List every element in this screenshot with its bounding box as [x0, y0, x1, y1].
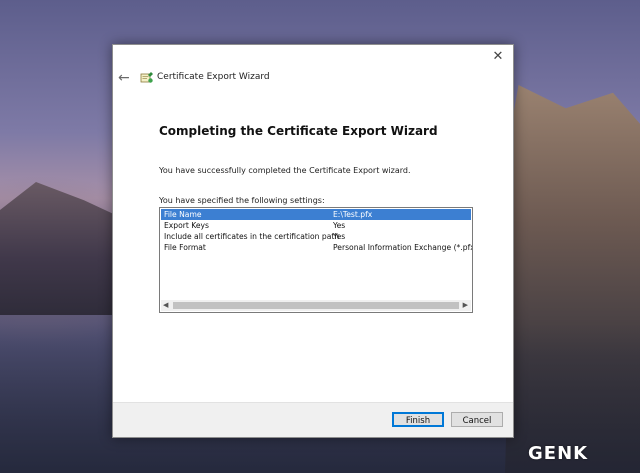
cancel-button[interactable]: Cancel [451, 412, 503, 427]
scroll-right-icon[interactable]: ▶ [463, 300, 468, 311]
setting-value: E:\Test.pfx [333, 210, 373, 219]
back-arrow-icon: ← [118, 70, 130, 86]
scroll-left-icon[interactable]: ◀ [163, 300, 168, 311]
genk-logo: GENK [528, 443, 589, 464]
settings-listbox[interactable]: File Name E:\Test.pfx Export Keys Yes In… [159, 207, 473, 313]
setting-name: File Format [164, 243, 206, 252]
settings-row-file-name[interactable]: File Name E:\Test.pfx [161, 209, 471, 220]
page-heading: Completing the Certificate Export Wizard [159, 124, 438, 138]
finish-button[interactable]: Finish [392, 412, 444, 427]
wizard-title: Certificate Export Wizard [157, 72, 270, 82]
completion-message: You have successfully completed the Cert… [159, 166, 411, 175]
setting-value: Yes [333, 232, 346, 241]
back-button[interactable]: ← [118, 71, 132, 85]
scrollbar-thumb[interactable] [173, 302, 459, 309]
setting-name: File Name [164, 210, 202, 219]
close-button[interactable]: ✕ [490, 49, 506, 65]
settings-row-file-format[interactable]: File Format Personal Information Exchang… [161, 242, 473, 253]
certificate-wizard-icon [140, 72, 153, 83]
dialog-footer: Finish Cancel [113, 402, 513, 437]
settings-label: You have specified the following setting… [159, 196, 325, 205]
background-cliff-left [0, 182, 120, 315]
settings-row-export-keys[interactable]: Export Keys Yes [161, 220, 471, 231]
setting-value: Yes [333, 221, 346, 230]
settings-row-include-certificates[interactable]: Include all certificates in the certific… [161, 231, 471, 242]
certificate-export-wizard-dialog: ✕ ← Certificate Export Wizard Completing… [112, 44, 514, 438]
close-icon: ✕ [492, 49, 504, 64]
setting-name: Include all certificates in the certific… [164, 232, 340, 241]
horizontal-scrollbar[interactable]: ◀ ▶ [161, 300, 471, 311]
setting-value: Personal Information Exchange (*.pfx) [333, 243, 473, 252]
setting-name: Export Keys [164, 221, 209, 230]
